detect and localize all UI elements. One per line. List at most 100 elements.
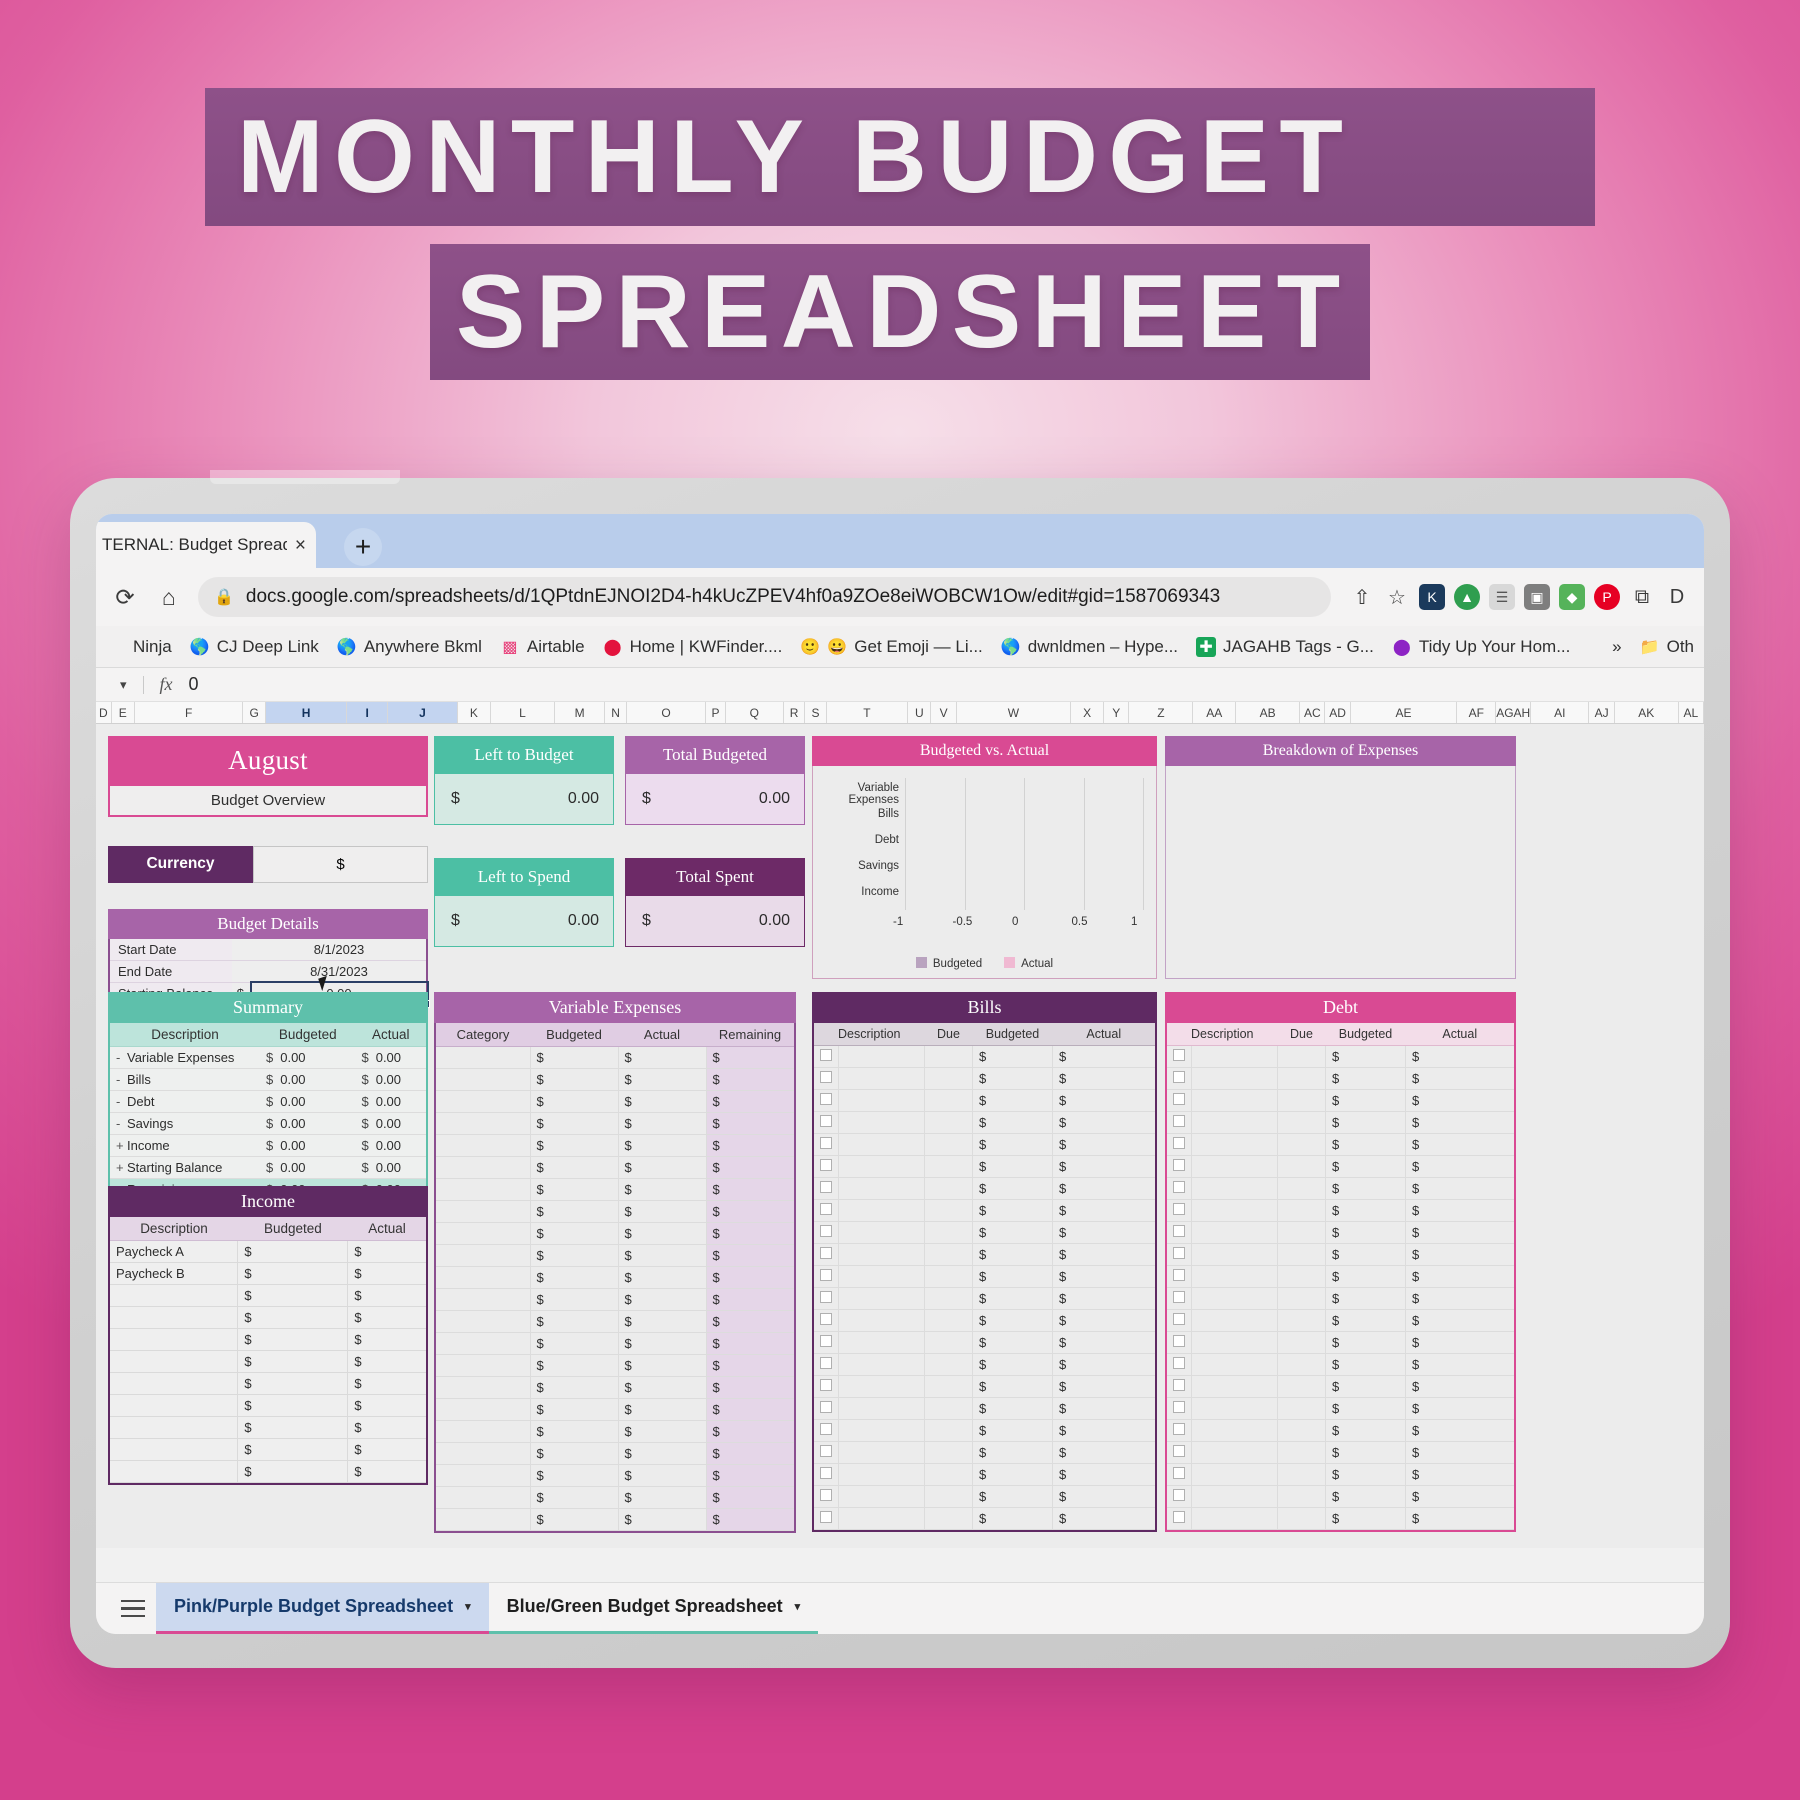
debt-description[interactable] (1191, 1507, 1278, 1530)
bill-actual[interactable]: $ (1052, 1067, 1155, 1090)
income-actual[interactable]: $ (347, 1262, 426, 1285)
bookmark-item[interactable]: 🌎 Anywhere Bkml (337, 637, 482, 657)
bookmark-item[interactable]: ✚ JAGAHB Tags - G... (1196, 636, 1374, 657)
bill-actual[interactable]: $ (1052, 1441, 1155, 1464)
extension-icon-analytics[interactable]: ☰ (1489, 584, 1515, 610)
debt-description[interactable] (1191, 1485, 1278, 1508)
bill-budgeted[interactable]: $ (972, 1177, 1053, 1200)
bill-actual[interactable]: $ (1052, 1221, 1155, 1244)
column-header-aj[interactable]: AJ (1589, 702, 1615, 723)
debt-checkbox[interactable] (1167, 1507, 1192, 1530)
bill-description[interactable] (838, 1265, 925, 1288)
bill-actual[interactable]: $ (1052, 1485, 1155, 1508)
ve-actual[interactable]: $ (618, 1222, 707, 1245)
column-header-l[interactable]: L (491, 702, 555, 723)
income-actual[interactable]: $ (347, 1372, 426, 1395)
bill-actual[interactable]: $ (1052, 1331, 1155, 1354)
ve-budgeted[interactable]: $ (530, 1266, 619, 1289)
bill-due[interactable] (924, 1287, 973, 1310)
bill-actual[interactable]: $ (1052, 1111, 1155, 1134)
extension-icon-screen[interactable]: ▣ (1524, 584, 1550, 610)
column-header-ab[interactable]: AB (1236, 702, 1301, 723)
bookmarks-overflow-button[interactable]: » (1612, 637, 1621, 657)
debt-description[interactable] (1191, 1199, 1278, 1222)
income-actual[interactable]: $ (347, 1306, 426, 1329)
income-actual[interactable]: $ (347, 1438, 426, 1461)
debt-checkbox[interactable] (1167, 1243, 1192, 1266)
ve-category[interactable] (436, 1442, 531, 1465)
bill-budgeted[interactable]: $ (972, 1441, 1053, 1464)
column-header-k[interactable]: K (458, 702, 491, 723)
income-actual[interactable]: $ (347, 1460, 426, 1483)
debt-due[interactable] (1277, 1331, 1326, 1354)
debt-due[interactable] (1277, 1463, 1326, 1486)
debt-description[interactable] (1191, 1067, 1278, 1090)
debt-description[interactable] (1191, 1375, 1278, 1398)
column-header-e[interactable]: E (112, 702, 135, 723)
ve-category[interactable] (436, 1376, 531, 1399)
bill-description[interactable] (838, 1199, 925, 1222)
bill-description[interactable] (838, 1441, 925, 1464)
column-header-y[interactable]: Y (1104, 702, 1130, 723)
bill-actual[interactable]: $ (1052, 1199, 1155, 1222)
income-description[interactable] (110, 1372, 239, 1395)
bill-due[interactable] (924, 1265, 973, 1288)
column-header-w[interactable]: W (957, 702, 1072, 723)
ve-budgeted[interactable]: $ (530, 1332, 619, 1355)
ve-actual[interactable]: $ (618, 1244, 707, 1267)
ve-budgeted[interactable]: $ (530, 1486, 619, 1509)
debt-budgeted[interactable]: $ (1325, 1397, 1406, 1420)
ve-actual[interactable]: $ (618, 1508, 707, 1531)
debt-description[interactable] (1191, 1177, 1278, 1200)
ve-actual[interactable]: $ (618, 1068, 707, 1091)
bill-checkbox[interactable] (814, 1133, 839, 1156)
income-description[interactable]: Paycheck B (110, 1262, 239, 1285)
bookmark-item[interactable]: 🌎 CJ Deep Link (190, 637, 319, 657)
debt-description[interactable] (1191, 1441, 1278, 1464)
column-header-ae[interactable]: AE (1351, 702, 1458, 723)
income-description[interactable] (110, 1460, 239, 1483)
debt-checkbox[interactable] (1167, 1375, 1192, 1398)
debt-description[interactable] (1191, 1155, 1278, 1178)
ve-actual[interactable]: $ (618, 1310, 707, 1333)
debt-checkbox[interactable] (1167, 1331, 1192, 1354)
ve-category[interactable] (436, 1068, 531, 1091)
bill-checkbox[interactable] (814, 1155, 839, 1178)
debt-due[interactable] (1277, 1199, 1326, 1222)
ve-category[interactable] (436, 1046, 531, 1069)
bill-budgeted[interactable]: $ (972, 1089, 1053, 1112)
close-icon[interactable]: × (295, 536, 306, 555)
debt-checkbox[interactable] (1167, 1199, 1192, 1222)
debt-description[interactable] (1191, 1397, 1278, 1420)
debt-actual[interactable]: $ (1405, 1111, 1514, 1134)
debt-due[interactable] (1277, 1485, 1326, 1508)
ve-actual[interactable]: $ (618, 1288, 707, 1311)
bill-due[interactable] (924, 1331, 973, 1354)
debt-actual[interactable]: $ (1405, 1507, 1514, 1530)
ve-budgeted[interactable]: $ (530, 1288, 619, 1311)
ve-category[interactable] (436, 1354, 531, 1377)
debt-budgeted[interactable]: $ (1325, 1287, 1406, 1310)
debt-description[interactable] (1191, 1463, 1278, 1486)
bookmark-item[interactable]: 🌎 dwnldmen – Hype... (1001, 637, 1178, 657)
column-header-h[interactable]: H (265, 702, 348, 723)
ve-category[interactable] (436, 1266, 531, 1289)
bookmark-item[interactable]: 🙂 😀 Get Emoji — Li... (800, 637, 982, 657)
bill-due[interactable] (924, 1045, 973, 1068)
ve-category[interactable] (436, 1134, 531, 1157)
row-value[interactable]: 8/31/2023 (252, 960, 427, 983)
bill-due[interactable] (924, 1353, 973, 1376)
bill-description[interactable] (838, 1111, 925, 1134)
ve-actual[interactable]: $ (618, 1134, 707, 1157)
debt-description[interactable] (1191, 1353, 1278, 1376)
column-header-x[interactable]: X (1071, 702, 1105, 723)
bill-checkbox[interactable] (814, 1221, 839, 1244)
ve-budgeted[interactable]: $ (530, 1508, 619, 1531)
debt-checkbox[interactable] (1167, 1485, 1192, 1508)
bill-checkbox[interactable] (814, 1067, 839, 1090)
debt-actual[interactable]: $ (1405, 1199, 1514, 1222)
debt-actual[interactable]: $ (1405, 1045, 1514, 1068)
bill-checkbox[interactable] (814, 1243, 839, 1266)
debt-budgeted[interactable]: $ (1325, 1441, 1406, 1464)
bill-checkbox[interactable] (814, 1287, 839, 1310)
